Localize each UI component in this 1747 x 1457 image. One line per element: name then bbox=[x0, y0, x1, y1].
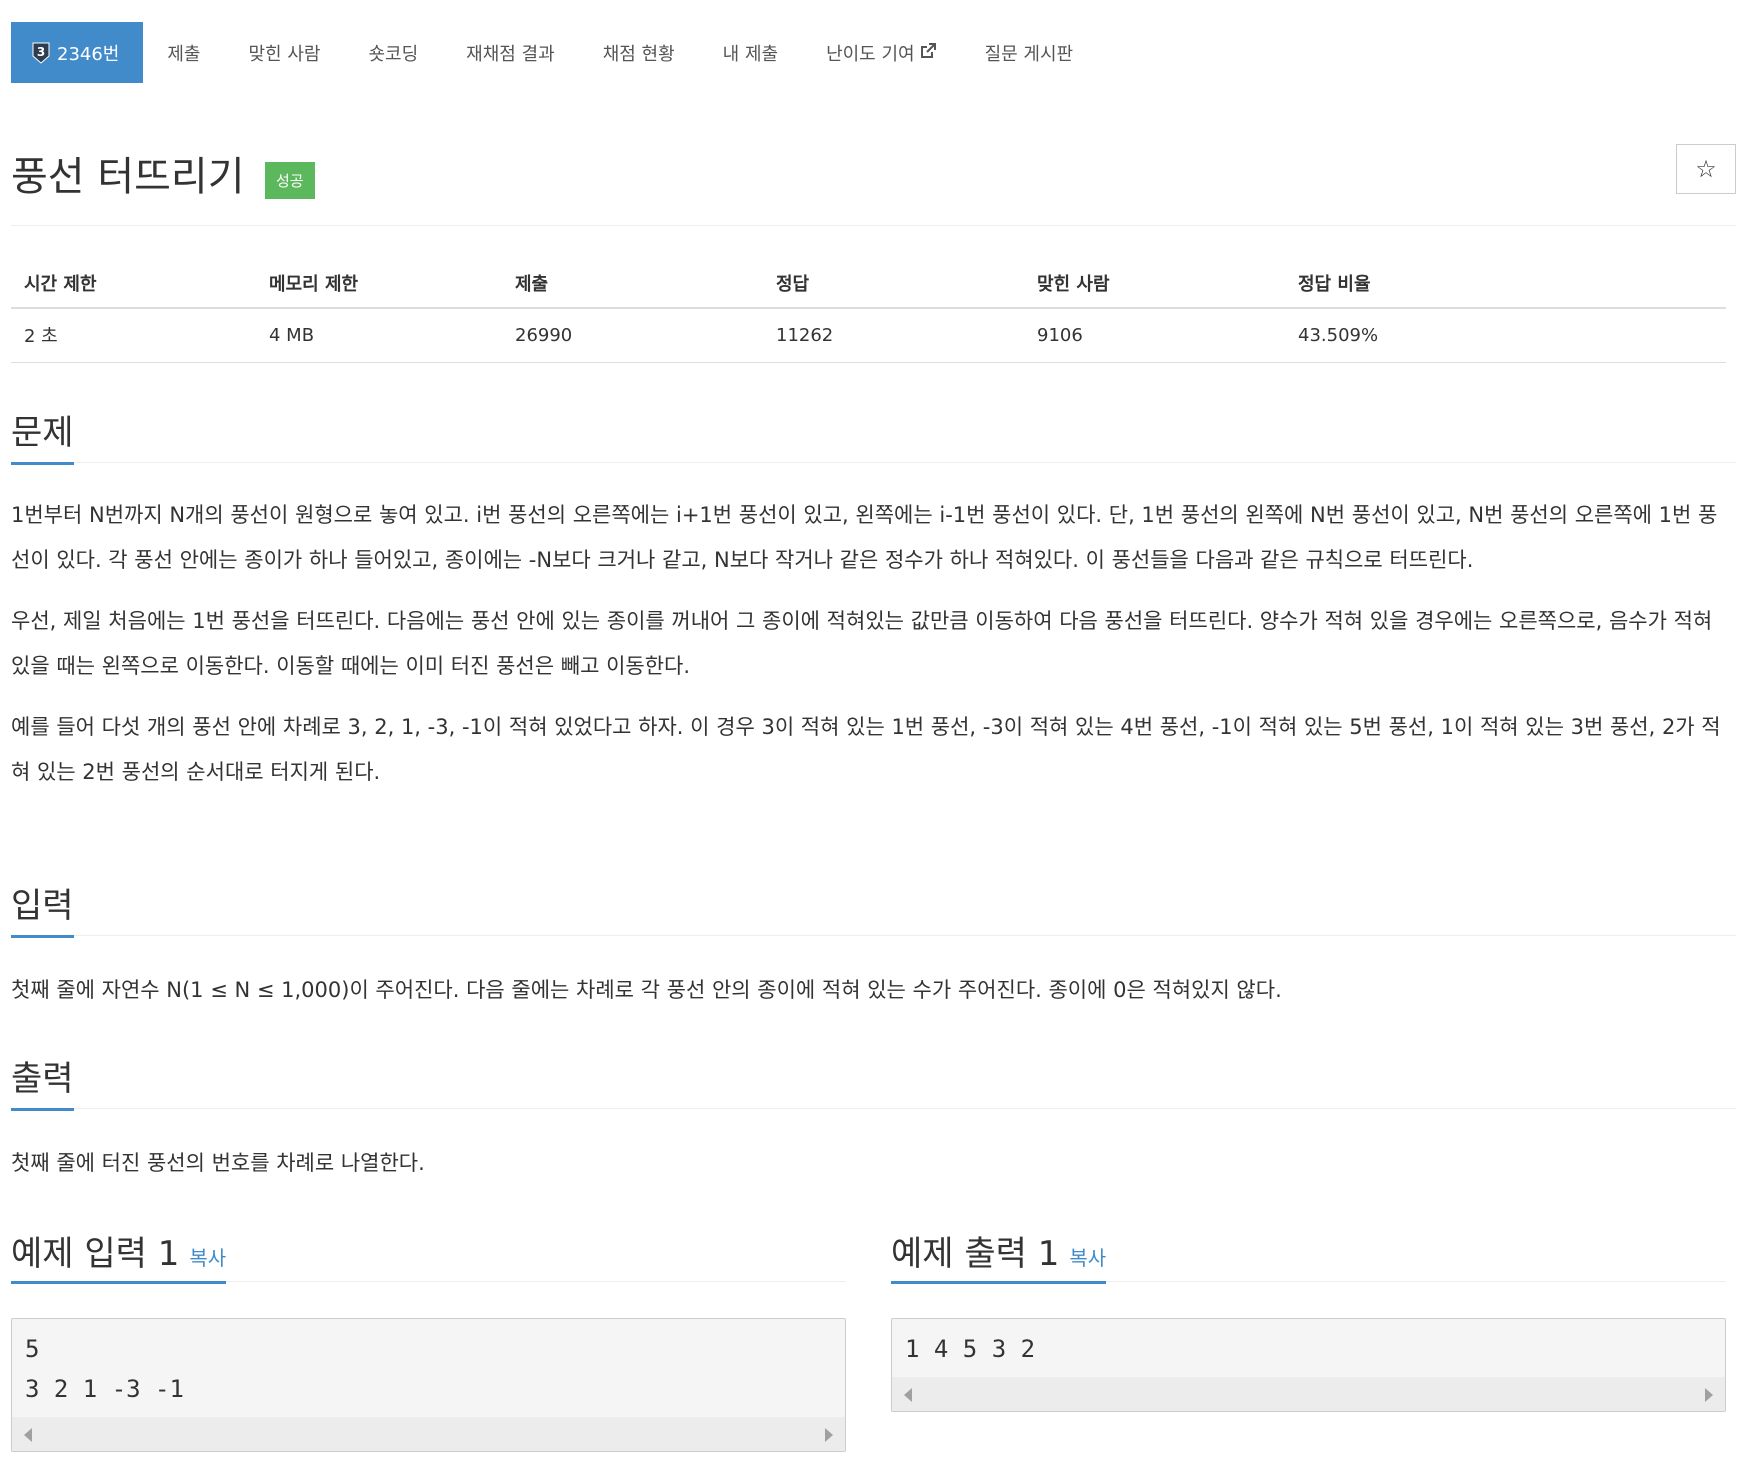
description-section: 문제 1번부터 N번까지 N개의 풍선이 원형으로 놓여 있고. i번 풍선의 … bbox=[11, 405, 1736, 811]
copy-sample-output-link[interactable]: 복사 bbox=[1069, 1246, 1106, 1270]
tab-short-coding[interactable]: 숏코딩 bbox=[344, 22, 442, 83]
tab-judge-status[interactable]: 채점 현황 bbox=[579, 22, 699, 83]
copy-sample-input-link[interactable]: 복사 bbox=[189, 1246, 226, 1270]
description-heading: 문제 bbox=[11, 405, 74, 465]
status-badge: 성공 bbox=[265, 162, 315, 199]
description-paragraph: 예를 들어 다섯 개의 풍선 안에 차례로 3, 2, 1, -3, -1이 적… bbox=[11, 715, 1721, 784]
sample-output-header: 예제 출력 1 복사 bbox=[891, 1214, 1726, 1284]
tab-difficulty-contribution-label: 난이도 기여 bbox=[826, 43, 915, 65]
input-body: 첫째 줄에 자연수 N(1 ≤ N ≤ 1,000)이 주어진다. 다음 줄에는… bbox=[11, 968, 1736, 1013]
tab-problem[interactable]: 3 2346번 bbox=[11, 22, 144, 83]
scroll-left-icon[interactable] bbox=[24, 1428, 32, 1442]
sample-input-header: 예제 입력 1 복사 bbox=[11, 1214, 846, 1284]
solved-users-value: 9106 bbox=[1024, 308, 1285, 363]
tab-problem-label: 2346번 bbox=[57, 43, 120, 65]
tab-my-submissions[interactable]: 내 제출 bbox=[699, 22, 802, 83]
time-limit-value: 2 초 bbox=[11, 308, 256, 363]
sample-input-content: 5 3 2 1 -3 -1 bbox=[25, 1335, 184, 1403]
memory-limit-header: 메모리 제한 bbox=[256, 258, 502, 309]
memory-limit-value: 4 MB bbox=[256, 308, 502, 363]
description-body: 1번부터 N번까지 N개의 풍선이 원형으로 놓여 있고. i번 풍선의 오른쪽… bbox=[11, 493, 1736, 795]
scroll-left-icon[interactable] bbox=[904, 1388, 912, 1402]
tab-solved-users-label: 맞힌 사람 bbox=[248, 43, 321, 65]
problem-header: 풍선 터뜨리기 성공 ☆ bbox=[11, 138, 1736, 226]
submissions-header: 제출 bbox=[502, 258, 763, 309]
sample-output-content: 1 4 5 3 2 bbox=[905, 1335, 1036, 1363]
problem-info-table: 시간 제한 메모리 제한 제출 정답 맞힌 사람 정답 비율 2 초 4 MB … bbox=[11, 258, 1726, 363]
tab-difficulty-contribution[interactable]: 난이도 기여 bbox=[802, 22, 961, 83]
submissions-value: 26990 bbox=[502, 308, 763, 363]
tab-submit[interactable]: 제출 bbox=[143, 22, 224, 83]
svg-text:3: 3 bbox=[37, 45, 45, 59]
page-title: 풍선 터뜨리기 bbox=[11, 154, 245, 200]
accepted-header: 정답 bbox=[763, 258, 1024, 309]
sample-output-box[interactable]: 1 4 5 3 2 bbox=[891, 1318, 1726, 1412]
output-header: 출력 bbox=[11, 1051, 1736, 1111]
description-paragraph: 1번부터 N번까지 N개의 풍선이 원형으로 놓여 있고. i번 풍선의 오른쪽… bbox=[11, 503, 1718, 572]
table-row: 2 초 4 MB 26990 11262 9106 43.509% bbox=[11, 308, 1726, 363]
tier-badge-icon: 3 bbox=[31, 42, 51, 64]
output-description: 첫째 줄에 터진 풍선의 번호를 차례로 나열한다. bbox=[11, 1151, 425, 1175]
sample-input-box[interactable]: 5 3 2 1 -3 -1 bbox=[11, 1318, 846, 1452]
input-heading: 입력 bbox=[11, 878, 74, 938]
tab-submit-label: 제출 bbox=[167, 43, 201, 65]
sample-input-title: 예제 입력 1 bbox=[11, 1234, 180, 1274]
sample-output-title: 예제 출력 1 bbox=[891, 1234, 1060, 1274]
star-button[interactable]: ☆ bbox=[1676, 144, 1736, 194]
input-section: 입력 첫째 줄에 자연수 N(1 ≤ N ≤ 1,000)이 주어진다. 다음 … bbox=[11, 878, 1736, 1029]
accept-ratio-header: 정답 비율 bbox=[1285, 258, 1726, 309]
horizontal-scrollbar[interactable] bbox=[12, 1417, 845, 1451]
accept-ratio-value: 43.509% bbox=[1285, 308, 1726, 363]
tab-rejudge-results[interactable]: 재채점 결과 bbox=[442, 22, 579, 83]
output-section: 출력 첫째 줄에 터진 풍선의 번호를 차례로 나열한다. bbox=[11, 1051, 1736, 1202]
time-limit-header: 시간 제한 bbox=[11, 258, 256, 309]
accepted-value: 11262 bbox=[763, 308, 1024, 363]
tab-solved-users[interactable]: 맞힌 사람 bbox=[225, 22, 345, 83]
scroll-right-icon[interactable] bbox=[825, 1428, 833, 1442]
tab-rejudge-results-label: 재채점 결과 bbox=[466, 43, 555, 65]
tab-question-board[interactable]: 질문 게시판 bbox=[961, 22, 1098, 83]
input-description: 첫째 줄에 자연수 N(1 ≤ N ≤ 1,000)이 주어진다. 다음 줄에는… bbox=[11, 978, 1282, 1002]
sample-output-section: 예제 출력 1 복사 1 4 5 3 2 bbox=[891, 1214, 1726, 1412]
output-body: 첫째 줄에 터진 풍선의 번호를 차례로 나열한다. bbox=[11, 1141, 1736, 1186]
description-header: 문제 bbox=[11, 405, 1736, 465]
scroll-right-icon[interactable] bbox=[1705, 1388, 1713, 1402]
sample-output-heading: 예제 출력 1 복사 bbox=[891, 1226, 1107, 1284]
sample-input-section: 예제 입력 1 복사 5 3 2 1 -3 -1 bbox=[11, 1214, 846, 1452]
solved-users-header: 맞힌 사람 bbox=[1024, 258, 1285, 309]
problem-nav-tabs: 3 2346번 제출 맞힌 사람 숏코딩 재채점 결과 채점 현황 내 제출 난… bbox=[11, 22, 1097, 83]
horizontal-scrollbar[interactable] bbox=[892, 1377, 1725, 1411]
output-heading: 출력 bbox=[11, 1051, 74, 1111]
tab-short-coding-label: 숏코딩 bbox=[368, 43, 419, 65]
star-icon: ☆ bbox=[1695, 155, 1717, 183]
description-paragraph: 우선, 제일 처음에는 1번 풍선을 터뜨린다. 다음에는 풍선 안에 있는 종… bbox=[11, 609, 1713, 678]
tab-my-submissions-label: 내 제출 bbox=[722, 43, 779, 65]
sample-input-heading: 예제 입력 1 복사 bbox=[11, 1226, 227, 1284]
tab-question-board-label: 질문 게시판 bbox=[984, 43, 1074, 65]
input-header: 입력 bbox=[11, 878, 1736, 938]
external-link-icon bbox=[919, 42, 937, 64]
tab-judge-status-label: 채점 현황 bbox=[602, 43, 675, 65]
table-header-row: 시간 제한 메모리 제한 제출 정답 맞힌 사람 정답 비율 bbox=[11, 258, 1726, 309]
